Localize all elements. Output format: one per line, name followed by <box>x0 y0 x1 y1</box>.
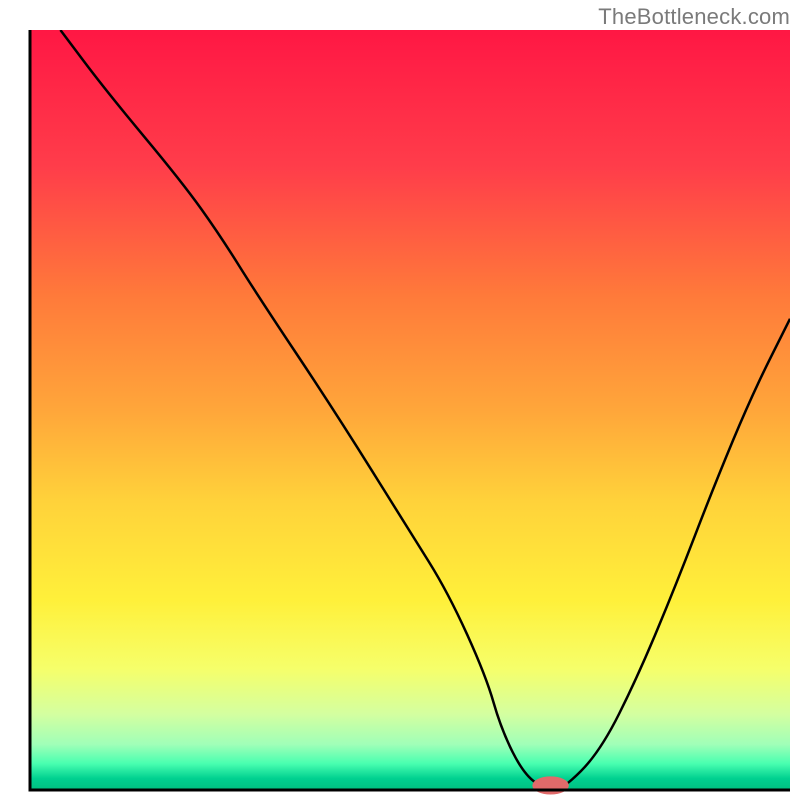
optimal-point-marker <box>532 776 568 794</box>
plot-background <box>30 30 790 790</box>
chart-svg <box>0 0 800 800</box>
watermark-text: TheBottleneck.com <box>598 4 790 30</box>
chart-container: TheBottleneck.com <box>0 0 800 800</box>
